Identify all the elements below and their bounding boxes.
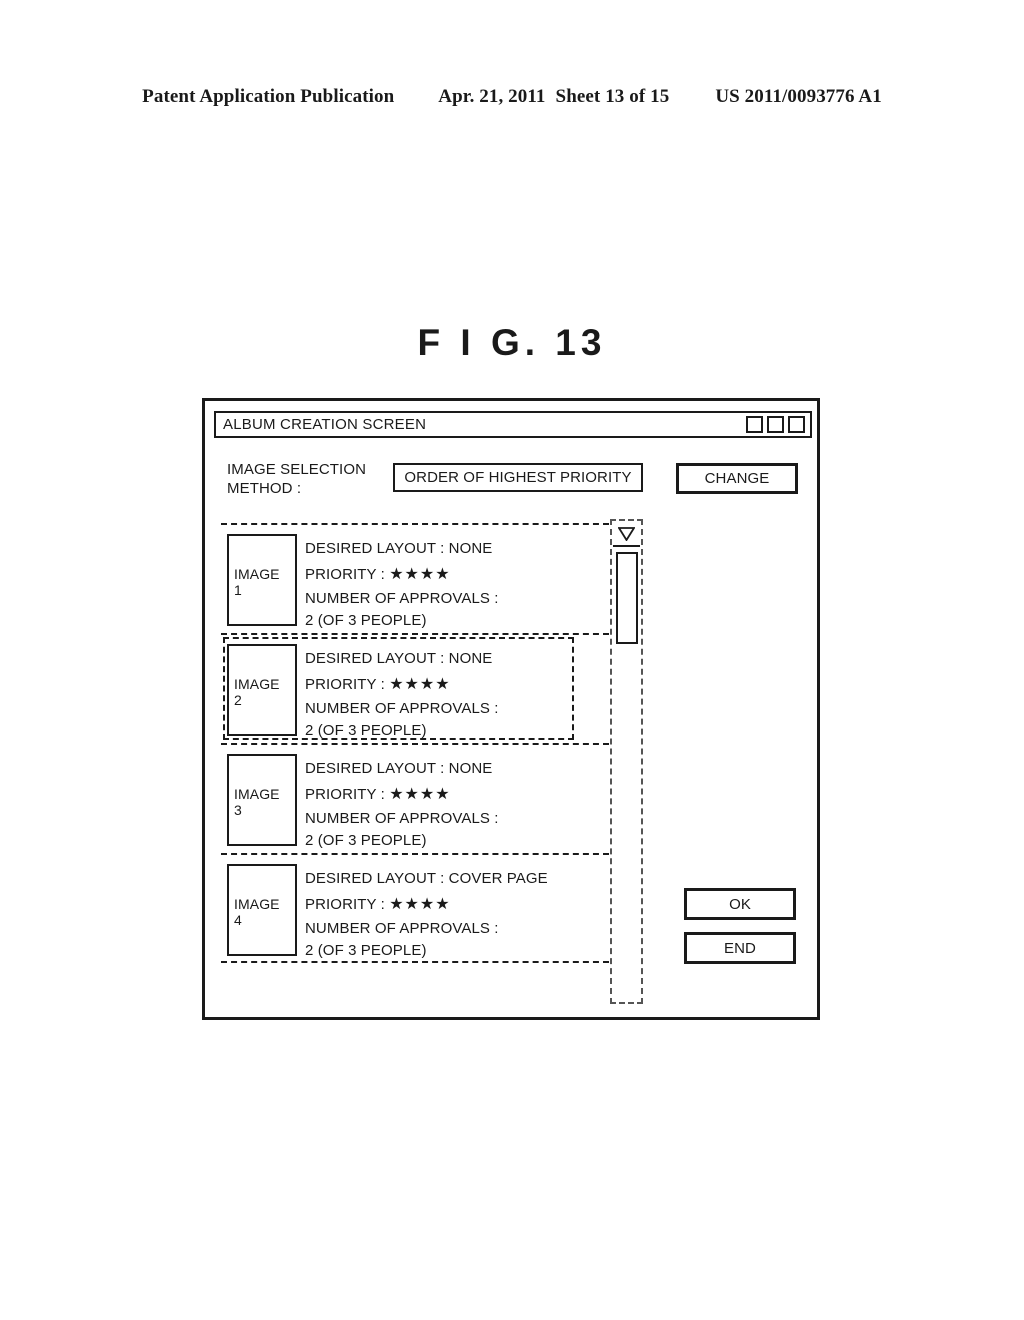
image-thumbnail[interactable]: IMAGE 3 [227,754,297,846]
image-list: IMAGE 1 DESIRED LAYOUT : NONE PRIORITY :… [221,523,609,963]
scrollbar-thumb[interactable] [616,552,638,644]
change-button[interactable]: CHANGE [676,463,798,494]
sheet-number: Sheet 13 of 15 [555,86,670,107]
priority-line: PRIORITY : ★★★★ [305,892,548,918]
thumbnail-label: IMAGE [234,676,280,692]
row-details: DESIRED LAYOUT : COVER PAGE PRIORITY : ★… [305,860,548,962]
row-details: DESIRED LAYOUT : NONE PRIORITY : ★★★★ NU… [305,750,499,852]
desired-layout-line: DESIRED LAYOUT : COVER PAGE [305,870,548,887]
priority-line: PRIORITY : ★★★★ [305,562,499,588]
image-selection-method-label: IMAGE SELECTION METHOD : [227,461,367,497]
approvals-label: NUMBER OF APPROVALS : [305,920,499,937]
thumbnail-label: IMAGE [234,786,280,802]
priority-stars-icon: ★★★★ [389,676,451,693]
approvals-value: 2 (OF 3 PEOPLE) [305,942,427,959]
image-thumbnail[interactable]: IMAGE 2 [227,644,297,736]
thumbnail-label: IMAGE [234,566,280,582]
vertical-scrollbar[interactable] [610,519,643,1004]
row-details: DESIRED LAYOUT : NONE PRIORITY : ★★★★ NU… [305,530,499,632]
desired-layout-line: DESIRED LAYOUT : NONE [305,650,493,667]
priority-label: PRIORITY : [305,566,385,583]
close-box-icon[interactable] [788,416,805,433]
priority-label: PRIORITY : [305,896,385,913]
thumbnail-number: 3 [234,802,242,818]
priority-label: PRIORITY : [305,676,385,693]
approvals-value: 2 (OF 3 PEOPLE) [305,722,427,739]
priority-label: PRIORITY : [305,786,385,803]
table-row[interactable]: IMAGE 4 DESIRED LAYOUT : COVER PAGE PRIO… [221,853,609,963]
ok-button[interactable]: OK [684,888,796,920]
approvals-value: 2 (OF 3 PEOPLE) [305,832,427,849]
row-details: DESIRED LAYOUT : NONE PRIORITY : ★★★★ NU… [305,640,499,742]
thumbnail-label: IMAGE [234,896,280,912]
maximize-box-icon[interactable] [767,416,784,433]
patent-page-header: Patent Application Publication Apr. 21, … [0,86,1024,108]
image-selection-method-value[interactable]: ORDER OF HIGHEST PRIORITY [393,463,643,492]
approvals-label: NUMBER OF APPROVALS : [305,590,499,607]
image-thumbnail[interactable]: IMAGE 4 [227,864,297,956]
thumbnail-number: 2 [234,692,242,708]
image-selection-method-row: IMAGE SELECTION METHOD : ORDER OF HIGHES… [227,457,812,505]
priority-line: PRIORITY : ★★★★ [305,672,499,698]
approvals-label: NUMBER OF APPROVALS : [305,810,499,827]
approvals-value: 2 (OF 3 PEOPLE) [305,612,427,629]
priority-stars-icon: ★★★★ [389,566,451,583]
publication-label: Patent Application Publication [142,86,395,107]
table-row[interactable]: IMAGE 3 DESIRED LAYOUT : NONE PRIORITY :… [221,743,609,853]
end-button[interactable]: END [684,932,796,964]
album-creation-window: ALBUM CREATION SCREEN IMAGE SELECTION ME… [202,398,820,1020]
window-controls [746,416,805,433]
priority-stars-icon: ★★★★ [389,786,451,803]
desired-layout-line: DESIRED LAYOUT : NONE [305,540,493,557]
thumbnail-number: 1 [234,582,242,598]
window-title: ALBUM CREATION SCREEN [223,416,427,433]
approvals-label: NUMBER OF APPROVALS : [305,700,499,717]
thumbnail-number: 4 [234,912,242,928]
desired-layout-line: DESIRED LAYOUT : NONE [305,760,493,777]
triangle-down-icon[interactable] [613,522,640,547]
publication-date: Apr. 21, 2011 [438,86,546,107]
priority-stars-icon: ★★★★ [389,896,451,913]
minimize-box-icon[interactable] [746,416,763,433]
priority-line: PRIORITY : ★★★★ [305,782,499,808]
image-thumbnail[interactable]: IMAGE 1 [227,534,297,626]
table-row[interactable]: IMAGE 1 DESIRED LAYOUT : NONE PRIORITY :… [221,523,609,633]
table-row[interactable]: IMAGE 2 DESIRED LAYOUT : NONE PRIORITY :… [221,633,609,743]
window-title-bar: ALBUM CREATION SCREEN [214,411,812,438]
patent-number: US 2011/0093776 A1 [715,86,882,107]
figure-caption: F I G. 13 [417,322,607,363]
